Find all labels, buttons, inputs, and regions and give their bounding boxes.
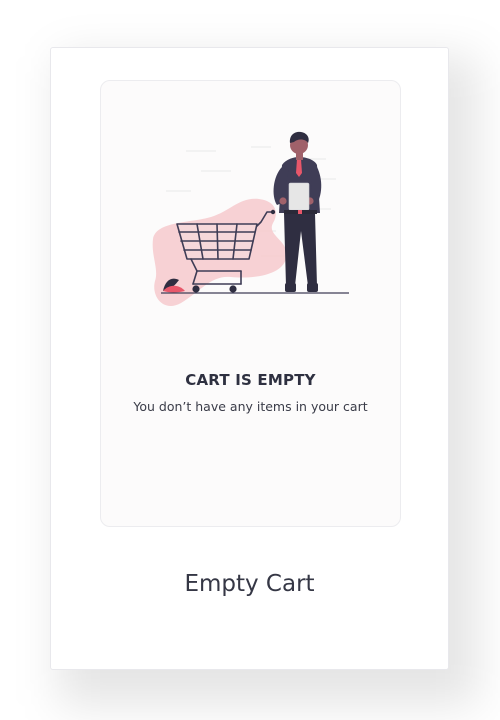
cart-handle-knob xyxy=(270,209,276,215)
empty-cart-preview-panel: CART IS EMPTY You don’t have any items i… xyxy=(100,80,401,527)
empty-cart-heading: CART IS EMPTY xyxy=(185,371,316,389)
empty-cart-illustration xyxy=(152,131,349,306)
cart-wheel-right xyxy=(229,285,237,293)
empty-cart-message: You don’t have any items in your cart xyxy=(133,399,368,414)
card-caption-title: Empty Cart xyxy=(184,571,315,597)
cart-wheel-left xyxy=(192,285,200,293)
person-figure xyxy=(273,131,322,292)
empty-cart-card: CART IS EMPTY You don’t have any items i… xyxy=(50,47,449,670)
